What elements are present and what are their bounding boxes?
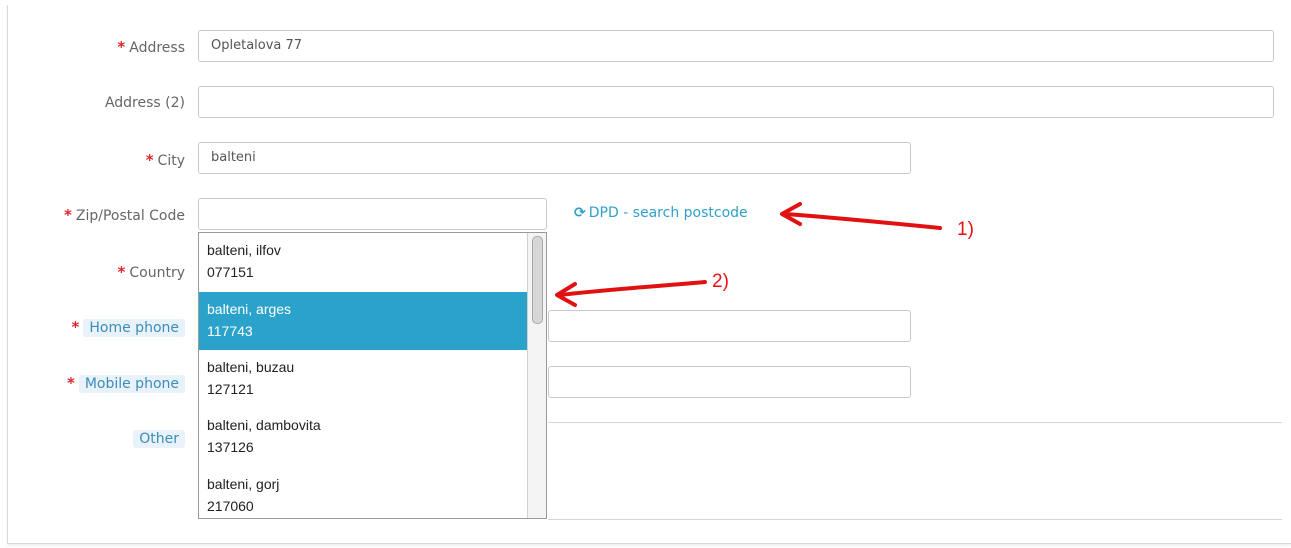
arrow-1-shaft bbox=[783, 212, 942, 230]
arrow-2-shaft bbox=[558, 280, 707, 297]
annotation-2: 2) bbox=[712, 271, 729, 292]
annotation-1: 1) bbox=[957, 219, 974, 240]
annotation-arrows bbox=[555, 202, 942, 307]
